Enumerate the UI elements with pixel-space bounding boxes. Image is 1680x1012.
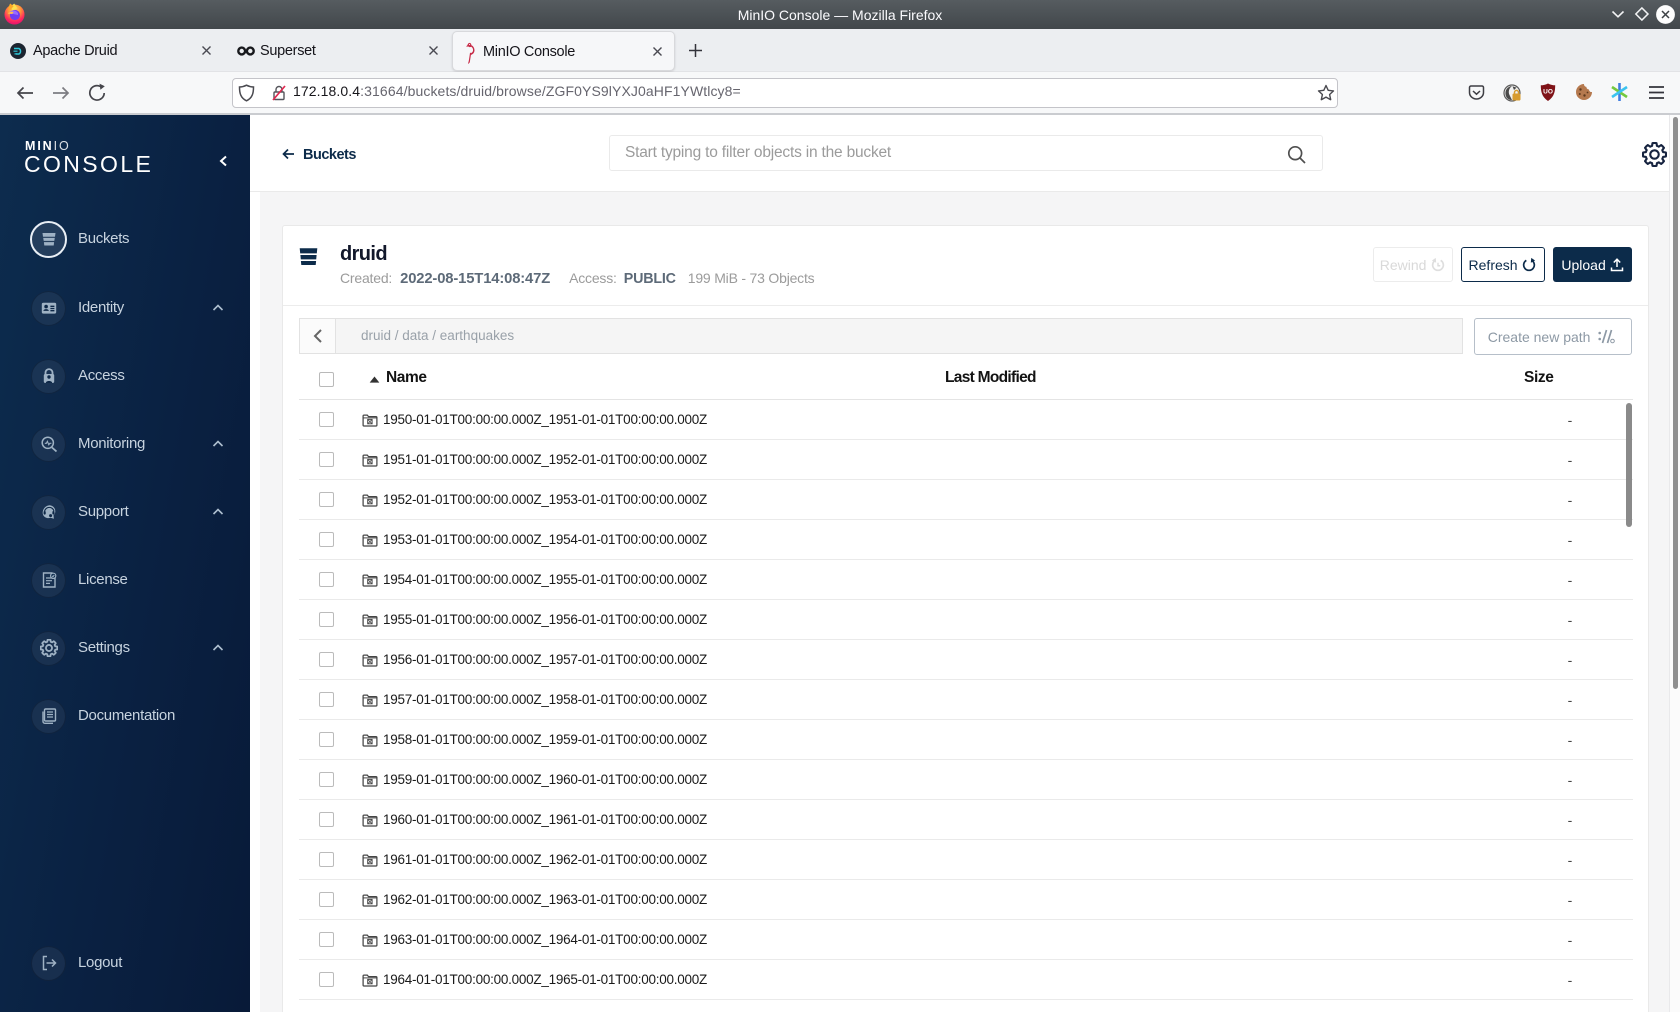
svg-text:UO: UO: [1543, 89, 1553, 96]
